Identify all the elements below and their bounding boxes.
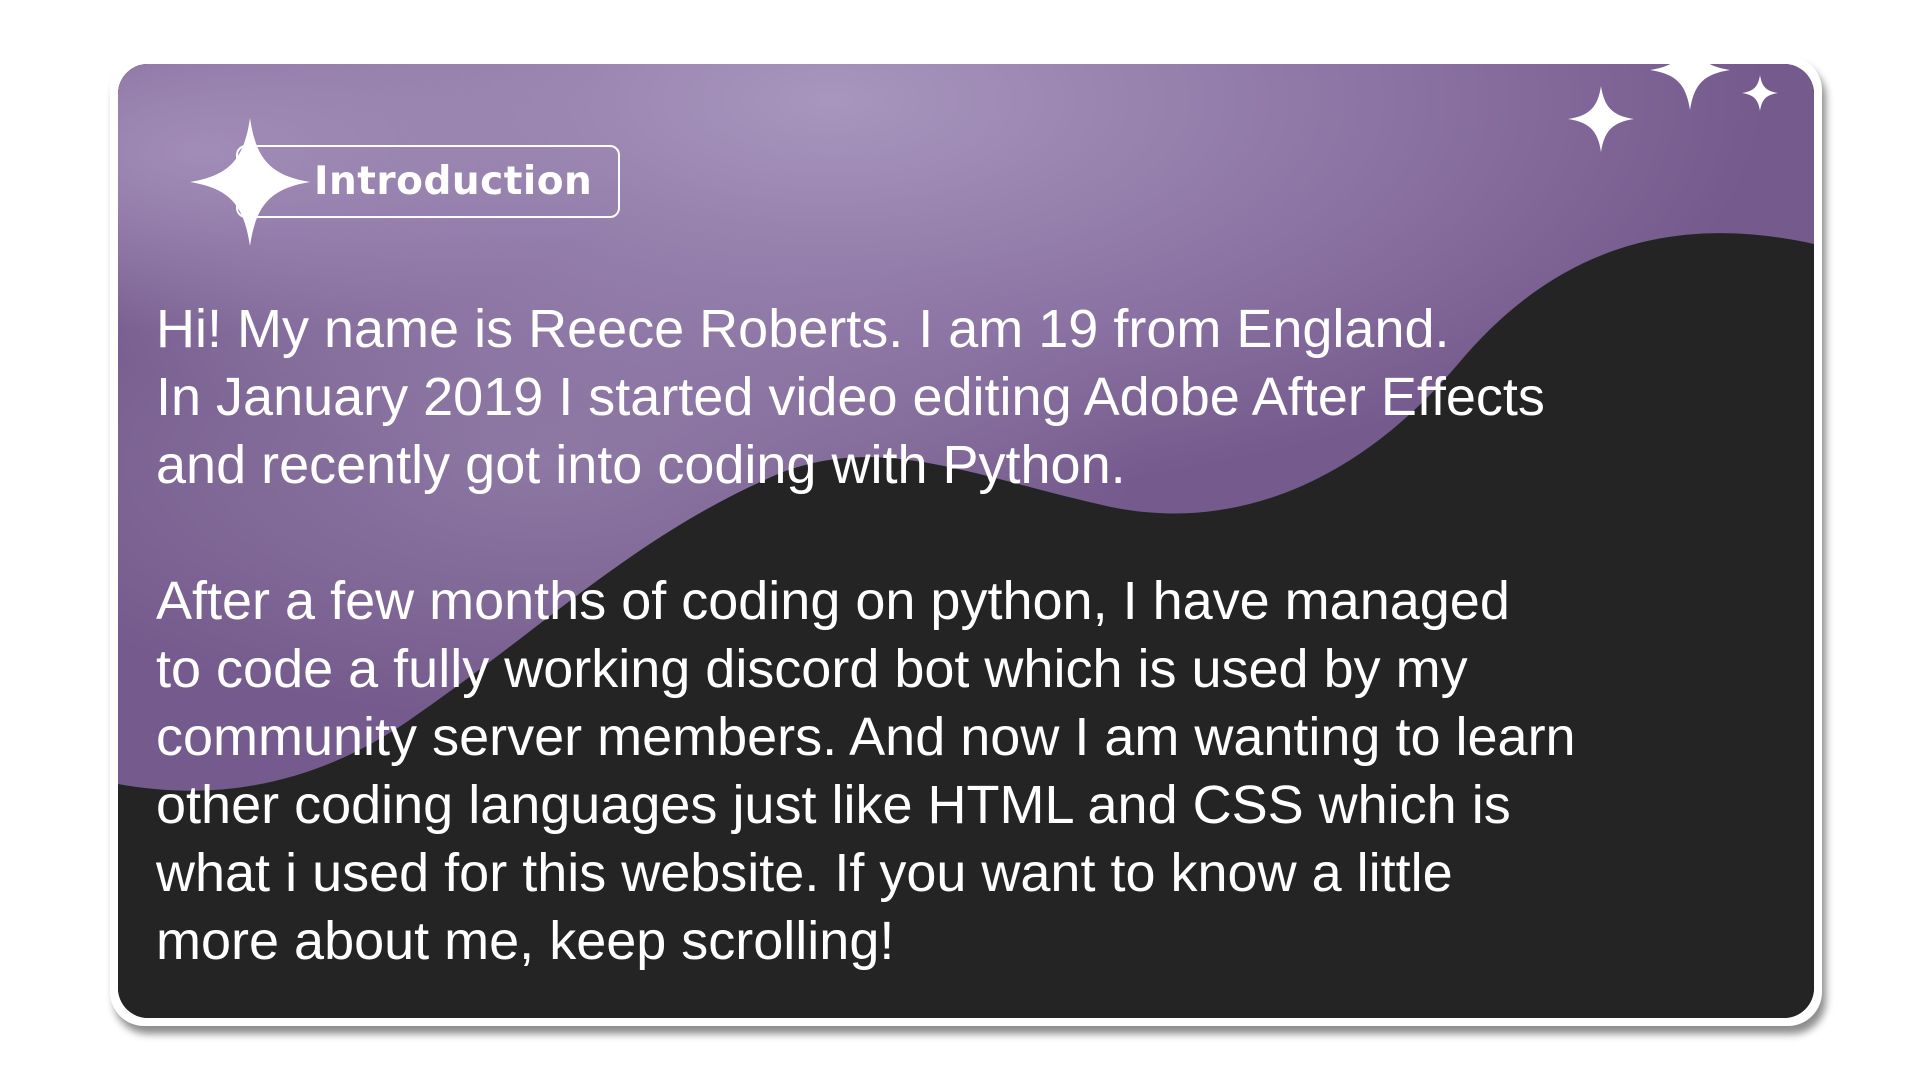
text-line: more about me, keep scrolling! xyxy=(156,911,895,971)
text-line: After a few months of coding on python, … xyxy=(156,571,1510,631)
sparkle-icon xyxy=(1568,86,1634,152)
text-line: to code a fully working discord bot whic… xyxy=(156,639,1468,699)
text-line: Hi! My name is Reece Roberts. I am 19 fr… xyxy=(156,299,1450,359)
intro-paragraph-1: Hi! My name is Reece Roberts. I am 19 fr… xyxy=(156,295,1756,499)
text-line: community server members. And now I am w… xyxy=(156,707,1576,767)
sparkle-icon xyxy=(1742,75,1778,111)
text-line: what i used for this website. If you wan… xyxy=(156,843,1453,903)
text-line: other coding languages just like HTML an… xyxy=(156,775,1511,835)
text-line: and recently got into coding with Python… xyxy=(156,435,1126,495)
intro-paragraph-2: After a few months of coding on python, … xyxy=(156,567,1756,975)
text-line: In January 2019 I started video editing … xyxy=(156,367,1545,427)
sparkle-icon xyxy=(190,118,310,246)
section-title: Introduction xyxy=(314,159,593,204)
sparkle-icon xyxy=(1650,30,1730,110)
